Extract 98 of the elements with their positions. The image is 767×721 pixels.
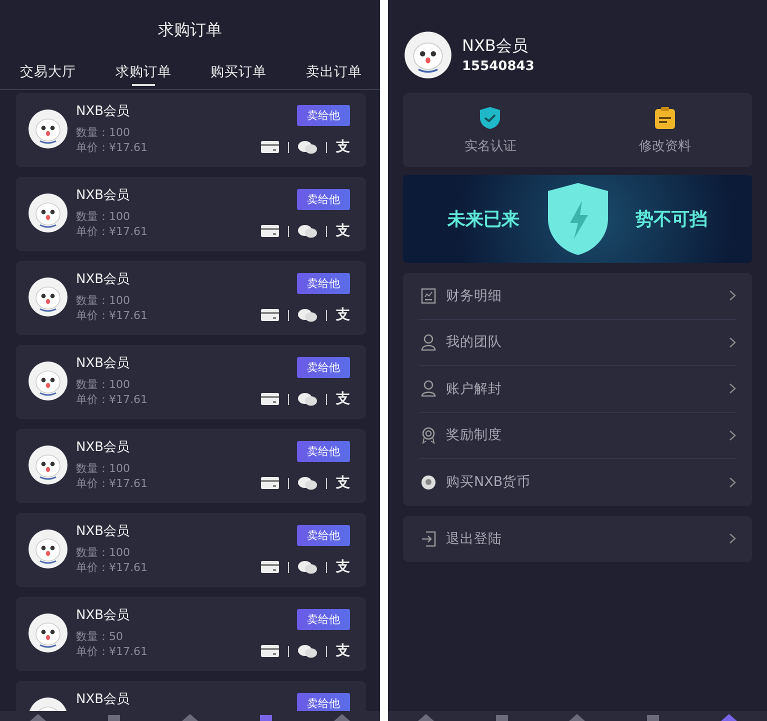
- avatar-icon: [28, 193, 68, 233]
- bank-card-icon: [261, 141, 279, 153]
- shield-lightning-icon: [546, 181, 610, 257]
- chat-bubbles-icon: [298, 560, 317, 574]
- clipboard-icon: [654, 106, 676, 130]
- logout-icon: [421, 530, 436, 547]
- menu-item[interactable]: 我的团队: [419, 320, 736, 366]
- chat-bubbles-icon: [298, 224, 317, 238]
- avatar-icon: [28, 109, 68, 149]
- price-text: 单价：¥17.61: [76, 392, 148, 407]
- order-tab[interactable]: 交易大厅: [20, 55, 76, 89]
- user-name: NXB会员: [76, 355, 131, 372]
- sell-button[interactable]: 卖给他: [297, 189, 350, 210]
- order-tab[interactable]: 求购订单: [115, 55, 172, 89]
- sell-button[interactable]: 卖给他: [297, 609, 350, 630]
- menu-item[interactable]: 财务明细: [419, 273, 736, 320]
- quantity-text: 数量：100: [76, 125, 131, 140]
- shield-check-icon: [479, 106, 502, 130]
- price-text: 单价：¥17.61: [76, 560, 148, 575]
- chevron-right-icon: [729, 290, 736, 302]
- sell-button[interactable]: 卖给他: [297, 441, 350, 462]
- alipay-icon: 支: [336, 560, 350, 574]
- chevron-right-icon: [729, 533, 736, 544]
- avatar-icon: [28, 529, 68, 569]
- user-name: NXB会员: [76, 691, 131, 708]
- user-icon: [421, 380, 436, 398]
- quantity-text: 数量：100: [76, 293, 131, 308]
- banner-slogan: 未来已来: [448, 208, 520, 231]
- avatar-icon: [28, 445, 68, 485]
- quick-action[interactable]: 修改资料: [578, 93, 752, 167]
- nav-tab-icon[interactable]: [105, 713, 123, 721]
- nav-tab-icon[interactable]: [257, 713, 275, 721]
- price-text: 单价：¥17.61: [76, 476, 148, 491]
- quantity-text: 数量：100: [76, 209, 131, 224]
- alipay-icon: 支: [336, 392, 350, 406]
- chevron-right-icon: [729, 336, 736, 348]
- quantity-text: 数量：100: [76, 377, 131, 392]
- chevron-right-icon: [729, 476, 736, 488]
- menu-item[interactable]: 购买NXB货币: [419, 459, 736, 506]
- menu-item[interactable]: 账户解封: [419, 366, 736, 412]
- user-name: NXB会员: [76, 439, 131, 456]
- bank-card-icon: [261, 561, 279, 573]
- nav-tab-icon[interactable]: [720, 713, 738, 721]
- page-title: 求购订单: [157, 19, 223, 41]
- medal-icon: [421, 426, 436, 444]
- price-text: 单价：¥17.61: [76, 308, 148, 323]
- avatar-icon: [404, 31, 452, 79]
- people-icon: [421, 334, 436, 351]
- bank-card-icon: [261, 309, 279, 321]
- sell-button[interactable]: 卖给他: [297, 357, 350, 378]
- coin-icon: [421, 474, 436, 490]
- phone-number: 15540843: [462, 59, 534, 74]
- alipay-icon: 支: [336, 644, 350, 658]
- user-name: NXB会员: [76, 523, 131, 540]
- order-tab[interactable]: 卖出订单: [306, 55, 362, 89]
- nav-tab-icon[interactable]: [29, 713, 47, 721]
- bank-card-icon: [261, 393, 279, 405]
- avatar-icon: [28, 277, 68, 317]
- sell-button[interactable]: 卖给他: [297, 525, 350, 546]
- price-text: 单价：¥17.61: [76, 224, 148, 239]
- bank-card-icon: [261, 225, 279, 237]
- quantity-text: 数量：100: [76, 545, 131, 560]
- chat-bubbles-icon: [298, 308, 317, 322]
- menu-item[interactable]: 奖励制度: [419, 412, 736, 459]
- order-tab[interactable]: 购买订单: [210, 55, 267, 89]
- user-name: NXB会员: [76, 187, 131, 204]
- user-name: NXB会员: [76, 607, 131, 624]
- price-text: 单价：¥17.61: [76, 644, 148, 659]
- bank-card-icon: [261, 645, 279, 657]
- alipay-icon: 支: [336, 476, 350, 490]
- chevron-right-icon: [729, 383, 736, 394]
- user-name: NXB会员: [76, 271, 131, 288]
- chat-bubbles-icon: [298, 140, 317, 154]
- avatar-icon: [28, 361, 68, 401]
- chart-document-icon: [421, 288, 436, 304]
- alipay-icon: 支: [336, 140, 350, 154]
- chat-bubbles-icon: [298, 392, 317, 406]
- sell-button[interactable]: 卖给他: [297, 693, 350, 711]
- chevron-right-icon: [729, 430, 736, 441]
- nav-tab-icon[interactable]: [333, 713, 351, 721]
- quantity-text: 数量：50: [76, 629, 124, 644]
- avatar-icon: [28, 613, 68, 653]
- user-name: NXB会员: [462, 36, 529, 57]
- banner-slogan: 势不可挡: [636, 208, 708, 231]
- nav-tab-icon[interactable]: [568, 713, 586, 721]
- nav-tab-icon[interactable]: [181, 713, 199, 721]
- nav-tab-icon[interactable]: [416, 713, 435, 721]
- quantity-text: 数量：100: [76, 461, 131, 476]
- sell-button[interactable]: 卖给他: [297, 273, 350, 294]
- chat-bubbles-icon: [298, 644, 317, 658]
- user-name: NXB会员: [76, 103, 131, 120]
- alipay-icon: 支: [336, 308, 350, 322]
- price-text: 单价：¥17.61: [76, 140, 148, 155]
- chat-bubbles-icon: [298, 476, 317, 490]
- sell-button[interactable]: 卖给他: [297, 105, 350, 126]
- alipay-icon: 支: [336, 224, 350, 238]
- quick-action[interactable]: 实名认证: [403, 93, 578, 167]
- bank-card-icon: [261, 477, 279, 489]
